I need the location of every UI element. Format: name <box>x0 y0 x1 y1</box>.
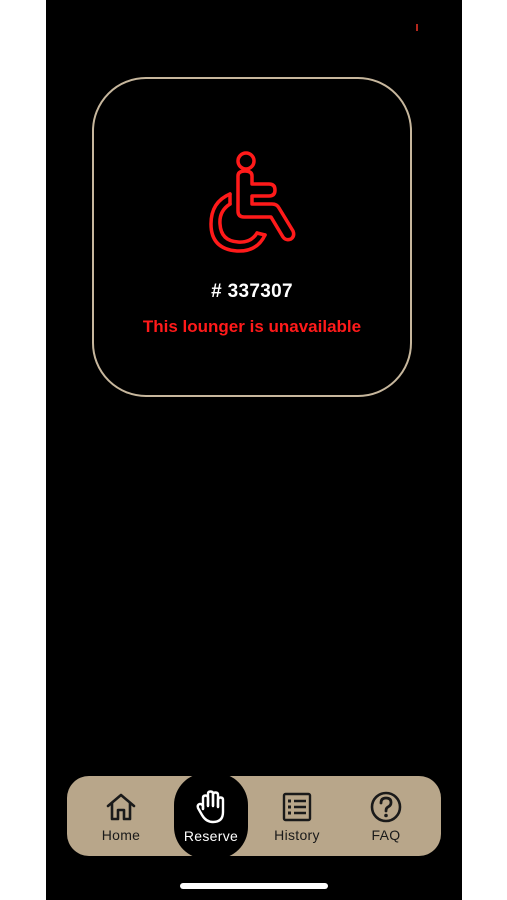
home-indicator[interactable] <box>180 883 328 889</box>
wheelchair-icon <box>209 151 296 253</box>
lounger-number: # 337307 <box>211 281 293 302</box>
question-icon <box>370 791 402 822</box>
tab-reserve-label: Reserve <box>183 827 239 844</box>
tab-faq[interactable]: FAQ <box>341 776 431 856</box>
list-icon <box>282 792 312 821</box>
tab-home[interactable]: Home <box>76 776 166 856</box>
home-icon <box>106 793 136 820</box>
app-screen: # 337307 This lounger is unavailable Hom… <box>46 0 462 900</box>
hand-icon <box>196 789 225 823</box>
lounger-card: # 337307 This lounger is unavailable <box>92 77 412 397</box>
tab-history[interactable]: History <box>252 776 342 856</box>
tab-home-label: Home <box>101 826 141 843</box>
bottom-tab-bar: Home Reserve History FAQ <box>67 773 441 859</box>
tab-history-label: History <box>274 826 320 843</box>
tab-faq-label: FAQ <box>371 826 401 843</box>
lounger-status-message: This lounger is unavailable <box>142 317 362 336</box>
tab-reserve[interactable]: Reserve <box>174 773 248 859</box>
status-indicator <box>416 24 418 31</box>
